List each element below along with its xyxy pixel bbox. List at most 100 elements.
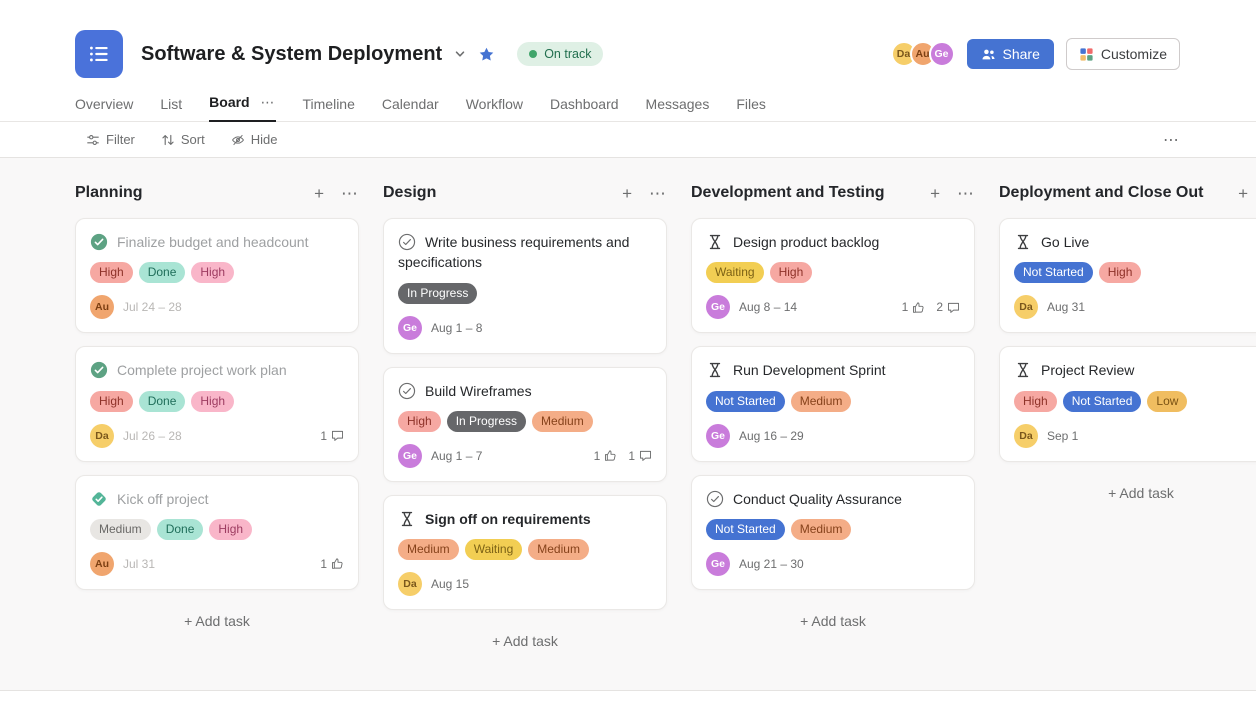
tag-list: High Done High: [90, 262, 344, 283]
task-card[interactable]: Sign off on requirements Medium Waiting …: [383, 495, 667, 610]
column-more-icon[interactable]: ⋯: [341, 185, 359, 202]
customize-button[interactable]: Customize: [1066, 38, 1180, 70]
task-card[interactable]: Project Review High Not Started Low Da S…: [999, 346, 1256, 461]
tab-files[interactable]: Files: [736, 96, 766, 121]
tab-dashboard[interactable]: Dashboard: [550, 96, 619, 121]
hourglass-icon[interactable]: [1014, 233, 1032, 251]
board-column-development-and-testing: Development and Testing + ⋯ Design produ…: [691, 184, 975, 690]
check-circle-icon[interactable]: [706, 490, 724, 508]
tab-timeline[interactable]: Timeline: [303, 96, 355, 121]
assignee-avatar: Au: [90, 295, 114, 319]
customize-grid-icon: [1079, 47, 1094, 62]
hourglass-icon[interactable]: [706, 233, 724, 251]
add-task-button[interactable]: + Add task: [691, 603, 975, 639]
tab-calendar[interactable]: Calendar: [382, 96, 439, 121]
card-footer: Au Jul 24 – 28: [90, 295, 344, 319]
filter-button[interactable]: Filter: [86, 132, 135, 147]
column-more-icon[interactable]: ⋯: [649, 185, 667, 202]
project-list-icon[interactable]: [75, 30, 123, 78]
task-card[interactable]: Conduct Quality Assurance Not Started Me…: [691, 475, 975, 590]
task-card[interactable]: Write business requirements and specific…: [383, 218, 667, 354]
add-task-button[interactable]: + Add task: [383, 623, 667, 659]
like-count-value: 1: [594, 449, 601, 463]
tag-pill: Not Started: [1063, 391, 1142, 412]
comment-count-value: 1: [320, 429, 327, 443]
task-card[interactable]: Run Development Sprint Not Started Mediu…: [691, 346, 975, 461]
tab-list[interactable]: List: [160, 96, 182, 121]
tag-pill: Medium: [398, 539, 459, 560]
tab-messages[interactable]: Messages: [646, 96, 710, 121]
tab-workflow[interactable]: Workflow: [466, 96, 523, 121]
tab-board[interactable]: Board ⋯: [209, 94, 275, 122]
add-card-icon[interactable]: +: [930, 185, 941, 202]
task-card[interactable]: Finalize budget and headcount High Done …: [75, 218, 359, 333]
column-title[interactable]: Development and Testing: [691, 184, 885, 202]
chevron-down-icon[interactable]: [454, 48, 466, 60]
column-title[interactable]: Deployment and Close Out: [999, 184, 1203, 202]
status-badge[interactable]: On track: [517, 42, 603, 66]
tag-pill: High: [398, 411, 441, 432]
add-task-button[interactable]: + Add task: [999, 475, 1256, 511]
share-people-icon: [981, 47, 996, 62]
board-column-design: Design + ⋯ Write business requirements a…: [383, 184, 667, 690]
project-tabs: Overview List Board ⋯ Timeline Calendar …: [0, 92, 1256, 122]
task-card[interactable]: Design product backlog Waiting High Ge A…: [691, 218, 975, 333]
assignee-avatar: Ge: [706, 552, 730, 576]
tag-list: Not Started Medium: [706, 519, 960, 540]
like-count[interactable]: 1: [902, 300, 926, 314]
due-date: Aug 1 – 8: [431, 321, 482, 335]
task-title: Sign off on requirements: [425, 511, 591, 527]
tag-pill: In Progress: [447, 411, 526, 432]
task-card[interactable]: Build Wireframes High In Progress Medium…: [383, 367, 667, 482]
task-title-row: Design product backlog: [706, 232, 960, 252]
tag-list: Not Started Medium: [706, 391, 960, 412]
project-title[interactable]: Software & System Deployment: [141, 43, 442, 66]
add-card-icon[interactable]: +: [622, 185, 633, 202]
comment-count[interactable]: 1: [628, 449, 652, 463]
check-circle-icon[interactable]: [398, 233, 416, 251]
hourglass-icon[interactable]: [398, 510, 416, 528]
member-avatar[interactable]: Ge: [929, 41, 955, 67]
comment-count[interactable]: 1: [320, 429, 344, 443]
add-card-icon[interactable]: +: [1238, 185, 1249, 202]
tag-list: In Progress: [398, 283, 652, 304]
task-title-row: Build Wireframes: [398, 381, 652, 401]
check-circle-icon[interactable]: [398, 382, 416, 400]
check-circle-completed-icon[interactable]: [90, 233, 108, 251]
toolbar-more-icon[interactable]: ⋯: [1163, 130, 1180, 150]
hourglass-icon[interactable]: [1014, 361, 1032, 379]
tag-pill: Medium: [791, 519, 852, 540]
check-circle-completed-icon[interactable]: [90, 361, 108, 379]
tag-pill: High: [90, 391, 133, 412]
task-card[interactable]: Go Live Not Started High Da Aug 31: [999, 218, 1256, 333]
task-title-row: Run Development Sprint: [706, 360, 960, 380]
like-count[interactable]: 1: [594, 449, 618, 463]
hourglass-icon[interactable]: [706, 361, 724, 379]
add-task-button[interactable]: + Add task: [75, 603, 359, 639]
comment-count[interactable]: 2: [936, 300, 960, 314]
reactions: 1 2: [902, 300, 960, 314]
share-button[interactable]: Share: [967, 39, 1054, 69]
approval-completed-icon[interactable]: [90, 490, 108, 508]
column-more-icon[interactable]: ⋯: [957, 185, 975, 202]
tag-list: Waiting High: [706, 262, 960, 283]
add-card-icon[interactable]: +: [314, 185, 325, 202]
task-title-row: Complete project work plan: [90, 360, 344, 380]
like-count[interactable]: 1: [320, 557, 344, 571]
column-title[interactable]: Design: [383, 184, 436, 202]
comment-icon: [639, 449, 652, 462]
task-card[interactable]: Complete project work plan High Done Hig…: [75, 346, 359, 461]
tag-pill: In Progress: [398, 283, 477, 304]
card-footer: Ge Aug 1 – 8: [398, 316, 652, 340]
task-card[interactable]: Kick off project Medium Done High Au Jul…: [75, 475, 359, 590]
hide-button[interactable]: Hide: [231, 132, 278, 147]
tag-pill: High: [770, 262, 813, 283]
sort-button[interactable]: Sort: [161, 132, 205, 147]
assignee-avatar: Ge: [398, 444, 422, 468]
tab-overview[interactable]: Overview: [75, 96, 133, 121]
star-icon[interactable]: [478, 46, 495, 63]
tab-board-more-icon[interactable]: ⋯: [261, 94, 276, 110]
thumbs-up-icon: [912, 301, 925, 314]
tag-pill: Medium: [528, 539, 589, 560]
column-title[interactable]: Planning: [75, 184, 143, 202]
